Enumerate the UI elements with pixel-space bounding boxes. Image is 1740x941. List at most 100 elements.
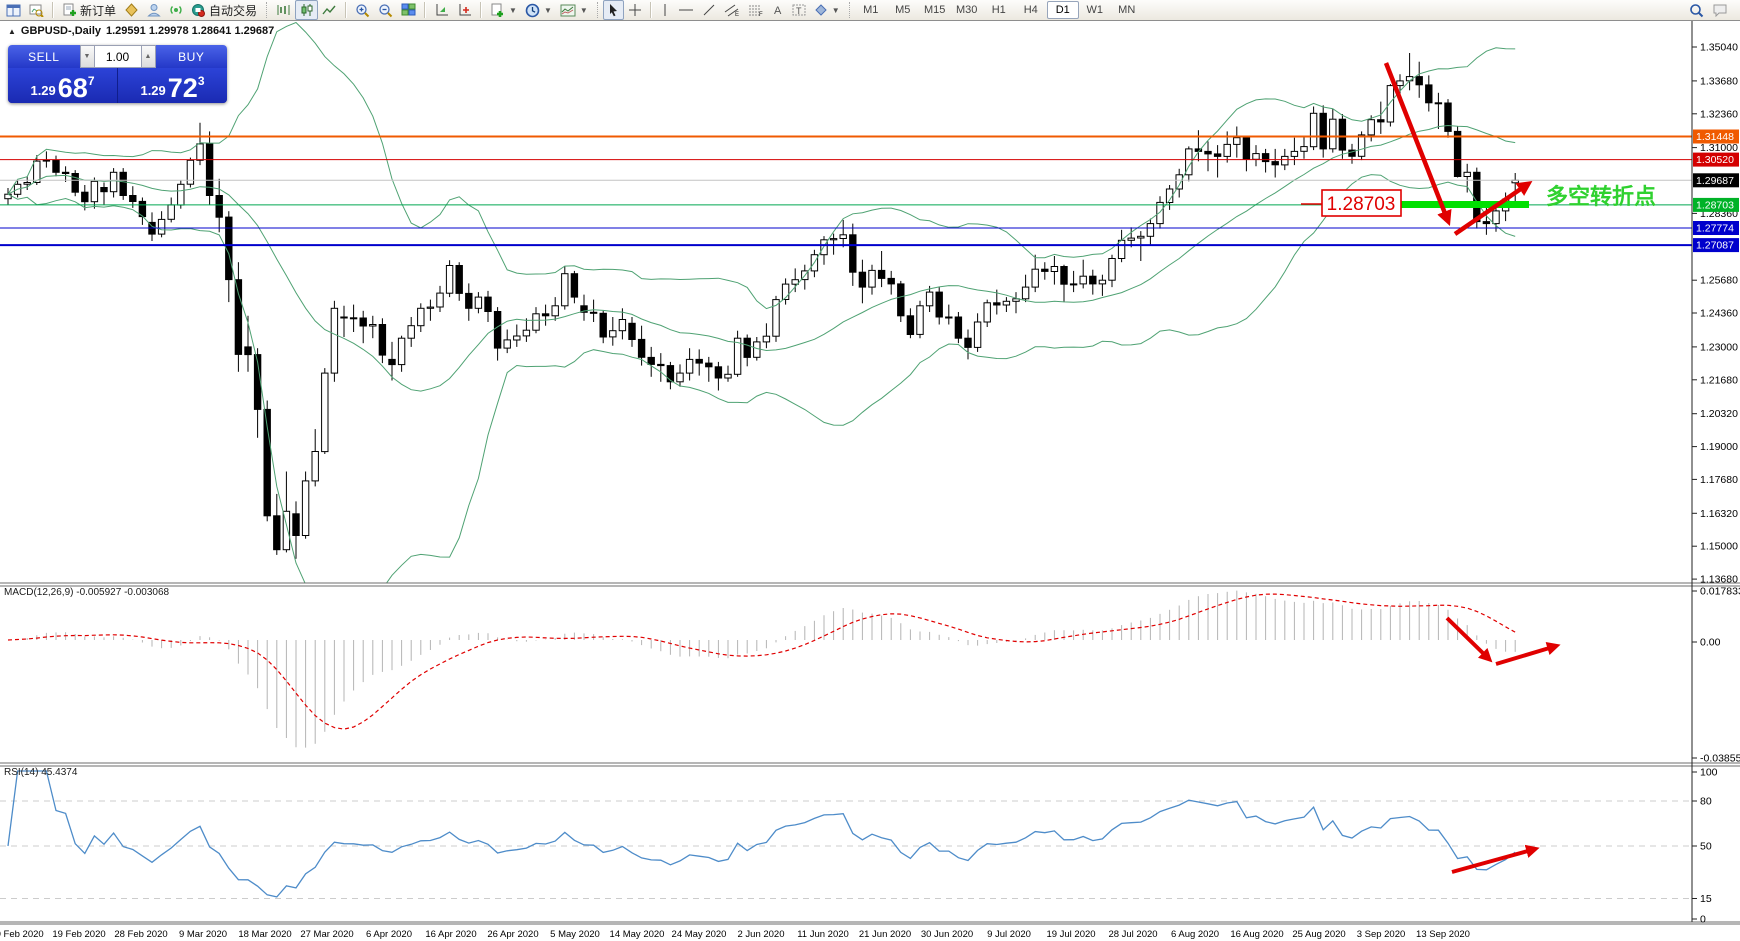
- ask-pip-digit: 3: [198, 74, 205, 88]
- collapse-quote-icon[interactable]: ▲: [8, 27, 16, 36]
- template-button[interactable]: ▼: [556, 0, 592, 20]
- bid-price[interactable]: 1.29 68 7: [8, 68, 117, 103]
- svg-text:27 Mar 2020: 27 Mar 2020: [300, 929, 353, 940]
- timeframe-mn[interactable]: MN: [1111, 1, 1143, 19]
- svg-text:1.27774: 1.27774: [1696, 223, 1734, 235]
- indicators-axes-icon: [434, 3, 449, 17]
- cursor-tool-button[interactable]: [603, 0, 624, 20]
- chevron-down-icon: ▼: [509, 6, 517, 15]
- svg-text:-0.038559: -0.038559: [1700, 753, 1740, 765]
- svg-text:1.17680: 1.17680: [1700, 474, 1738, 486]
- chevron-down-icon: ▼: [544, 6, 552, 15]
- svg-text:9 Mar 2020: 9 Mar 2020: [179, 929, 227, 940]
- chart-candles-button[interactable]: [295, 0, 318, 20]
- svg-text:15: 15: [1700, 893, 1712, 905]
- ask-price[interactable]: 1.29 72 3: [118, 68, 227, 103]
- chart-bars-button[interactable]: [272, 0, 295, 20]
- tile-windows-button[interactable]: [397, 0, 420, 20]
- fibonacci-icon: F: [748, 3, 764, 17]
- turning-point-text: 多空转折点: [1546, 184, 1656, 209]
- svg-text:1.32360: 1.32360: [1700, 108, 1738, 120]
- rsi-panel: [0, 771, 1692, 899]
- text-tool[interactable]: A: [768, 0, 788, 20]
- vertical-line-tool[interactable]: [656, 0, 674, 20]
- timeframe-h4[interactable]: H4: [1015, 1, 1047, 19]
- svg-text:3 Sep 2020: 3 Sep 2020: [1357, 929, 1406, 940]
- symbol-period-label: GBPUSD-,Daily: [21, 25, 101, 37]
- timeframe-h1[interactable]: H1: [983, 1, 1015, 19]
- vertical-line-icon: [660, 3, 670, 17]
- timeframe-m15[interactable]: M15: [919, 1, 951, 19]
- timeframe-m1[interactable]: M1: [855, 1, 887, 19]
- rsi-line: [8, 771, 1515, 897]
- objects-button[interactable]: [453, 0, 476, 20]
- zoom-out-icon: [378, 3, 393, 18]
- svg-text:14 May 2020: 14 May 2020: [610, 929, 665, 940]
- svg-text:10 Feb 2020: 10 Feb 2020: [0, 929, 44, 940]
- candlestick-chart-icon: [299, 3, 314, 17]
- toolbar-separator: [597, 2, 598, 18]
- svg-text:1.21680: 1.21680: [1700, 374, 1738, 386]
- search-button[interactable]: [1685, 0, 1708, 20]
- timeframe-d1[interactable]: D1: [1047, 1, 1079, 19]
- trendline-icon: [702, 3, 716, 17]
- timeframe-m30[interactable]: M30: [951, 1, 983, 19]
- svg-text:28 Feb 2020: 28 Feb 2020: [114, 929, 167, 940]
- bar-chart-icon: [276, 3, 291, 17]
- chevron-up-icon: ▲: [145, 53, 152, 60]
- zoom-in-button[interactable]: [351, 0, 374, 20]
- svg-text:24 May 2020: 24 May 2020: [672, 929, 727, 940]
- svg-text:2 Jun 2020: 2 Jun 2020: [737, 929, 784, 940]
- add-indicator-button[interactable]: ▼: [486, 0, 521, 20]
- ohlc-values: 1.29591 1.29978 1.28641 1.29687: [106, 25, 274, 37]
- svg-text:A: A: [774, 5, 782, 17]
- svg-text:1.15000: 1.15000: [1700, 541, 1738, 553]
- macd-label: MACD(12,26,9) -0.005927 -0.003068: [4, 587, 169, 598]
- svg-text:1.31448: 1.31448: [1696, 131, 1734, 143]
- volume-value[interactable]: 1.00: [95, 45, 141, 68]
- chat-button[interactable]: [1708, 0, 1732, 20]
- signals-button[interactable]: [165, 0, 187, 20]
- timeframe-m5[interactable]: M5: [887, 1, 919, 19]
- text-a-icon: A: [772, 3, 784, 17]
- styler-button[interactable]: [120, 0, 143, 20]
- zoom-in-icon: [355, 3, 370, 18]
- toolbar-separator: [650, 2, 652, 18]
- macd-axis: 0.0178330.00-0.038559: [1692, 586, 1740, 765]
- data-window-button[interactable]: [25, 0, 48, 20]
- fibonacci-tool[interactable]: F: [744, 0, 768, 20]
- timeframe-w1[interactable]: W1: [1079, 1, 1111, 19]
- svg-text:1.29687: 1.29687: [1696, 175, 1734, 187]
- volume-decrease-button[interactable]: ▼: [80, 45, 95, 68]
- svg-text:0.017833: 0.017833: [1700, 586, 1740, 598]
- indicators-button[interactable]: [430, 0, 453, 20]
- chart-line-button[interactable]: [318, 0, 341, 20]
- up-arrow: [1455, 184, 1528, 234]
- toolbar-separator: [424, 2, 426, 18]
- chart-canvas[interactable]: 1.28703多空转折点1.350401.336801.323601.31000…: [0, 21, 1740, 941]
- market-watch-button[interactable]: [2, 0, 25, 20]
- toolbar-separator: [849, 2, 850, 18]
- volume-increase-button[interactable]: ▲: [141, 45, 156, 68]
- auto-trading-button[interactable]: 自动交易: [187, 0, 261, 20]
- horizontal-line-tool[interactable]: [674, 0, 698, 20]
- shapes-tool[interactable]: ▼: [810, 0, 844, 20]
- line-chart-icon: [322, 3, 337, 17]
- svg-text:1.27087: 1.27087: [1696, 240, 1734, 252]
- macd-panel: [8, 591, 1556, 748]
- sell-button[interactable]: SELL: [8, 45, 80, 68]
- profile-button[interactable]: [143, 0, 165, 20]
- buy-button[interactable]: BUY: [156, 45, 228, 68]
- period-clock-button[interactable]: ▼: [521, 0, 556, 20]
- zoom-out-button[interactable]: [374, 0, 397, 20]
- chat-icon: [1712, 3, 1728, 17]
- chart-window: 1.28703多空转折点1.350401.336801.323601.31000…: [0, 20, 1740, 941]
- support-price-text: 1.28703: [1327, 194, 1396, 215]
- text-label-tool[interactable]: T: [788, 0, 810, 20]
- trendline-tool[interactable]: [698, 0, 720, 20]
- svg-text:5 May 2020: 5 May 2020: [550, 929, 600, 940]
- channel-tool[interactable]: E: [720, 0, 744, 20]
- new-order-button[interactable]: 新订单: [58, 0, 120, 20]
- person-icon: [147, 3, 161, 17]
- crosshair-tool-button[interactable]: [624, 0, 646, 20]
